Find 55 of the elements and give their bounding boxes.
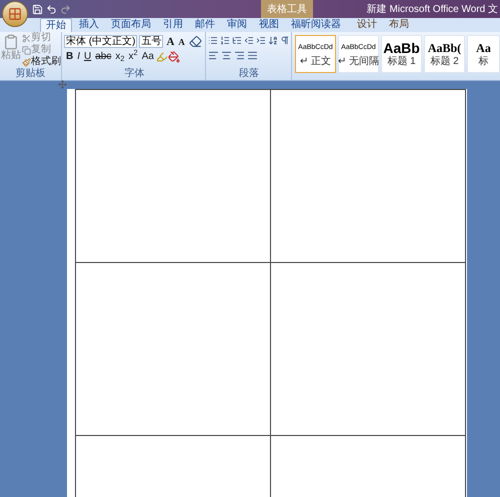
justify-icon[interactable] — [247, 50, 258, 61]
font-format-button[interactable]: x$_{2}$ — [113, 51, 127, 63]
font-name-field[interactable]: 宋体 (中文正文) — [64, 35, 138, 48]
ribbon-tab[interactable]: 审阅 — [222, 18, 252, 32]
group-label: 剪贴板 — [14, 68, 46, 80]
ribbon-tab[interactable]: 引用 — [158, 18, 188, 32]
font-format-button[interactable]: I — [75, 51, 82, 63]
window-title: 新建 Microsoft Office Word 文 — [366, 2, 499, 16]
pilcrow-icon[interactable] — [280, 35, 290, 46]
font-size-field[interactable]: 五号 — [139, 35, 164, 48]
format-painter-button[interactable]: 格式刷 — [22, 56, 61, 68]
clipboard-icon — [3, 34, 19, 50]
ribbon-tab[interactable]: 福昕阅读器 — [286, 18, 346, 32]
ribbon-tab[interactable]: 视图 — [254, 18, 284, 32]
redo-icon[interactable] — [60, 4, 71, 14]
decrease-indent-icon[interactable] — [244, 35, 254, 46]
grow-font-button[interactable]: A — [165, 36, 176, 48]
font-format-button[interactable]: U — [82, 51, 94, 63]
office-button[interactable] — [2, 1, 28, 27]
scissors-icon — [22, 34, 31, 42]
table-cell[interactable] — [76, 263, 271, 436]
copy-icon — [22, 46, 31, 54]
ribbon-tab[interactable]: 邮件 — [190, 18, 220, 32]
style-swatch[interactable]: Aa 标 — [467, 35, 500, 73]
font-format-button[interactable]: B — [64, 51, 76, 63]
table-cell[interactable] — [271, 90, 466, 263]
shrink-font-button[interactable]: A — [177, 36, 186, 48]
table-cell[interactable] — [271, 263, 466, 436]
contextual-tab-group: 表格工具 — [261, 0, 313, 18]
font-format-button[interactable]: Aa — [140, 51, 156, 63]
ribbon-tab[interactable]: 页面布局 — [106, 18, 156, 32]
numbered-list-icon[interactable] — [220, 35, 230, 46]
font-format-button[interactable]: x$^{2}$ — [126, 51, 140, 63]
save-icon[interactable] — [32, 4, 43, 14]
undo-icon[interactable] — [46, 4, 57, 14]
style-swatch[interactable]: AaBb( 标题 2 — [424, 35, 465, 73]
sort-icon[interactable] — [268, 35, 278, 46]
increase-indent-icon[interactable] — [256, 35, 266, 46]
ribbon-tab[interactable]: 布局 — [384, 18, 414, 32]
font-format-button[interactable]: abc — [93, 51, 114, 63]
ribbon-tab[interactable]: 开始 — [40, 18, 72, 32]
table-cell[interactable] — [76, 90, 271, 263]
align-left-icon[interactable] — [208, 50, 219, 61]
align-center-icon[interactable] — [221, 50, 232, 61]
table-move-handle-icon[interactable] — [58, 80, 67, 89]
brush-icon — [22, 58, 31, 66]
group-label: 字体 — [124, 68, 146, 80]
eraser-icon[interactable] — [188, 35, 202, 48]
style-swatch[interactable]: AaBb 标题 1 — [381, 35, 422, 73]
multilevel-list-icon[interactable] — [232, 35, 242, 46]
group-label: 段落 — [238, 68, 260, 80]
ribbon-tab[interactable]: 设计 — [352, 18, 382, 32]
ribbon-tab[interactable]: 插入 — [74, 18, 104, 32]
align-right-icon[interactable] — [234, 50, 245, 61]
bullet-list-icon[interactable] — [208, 35, 218, 46]
